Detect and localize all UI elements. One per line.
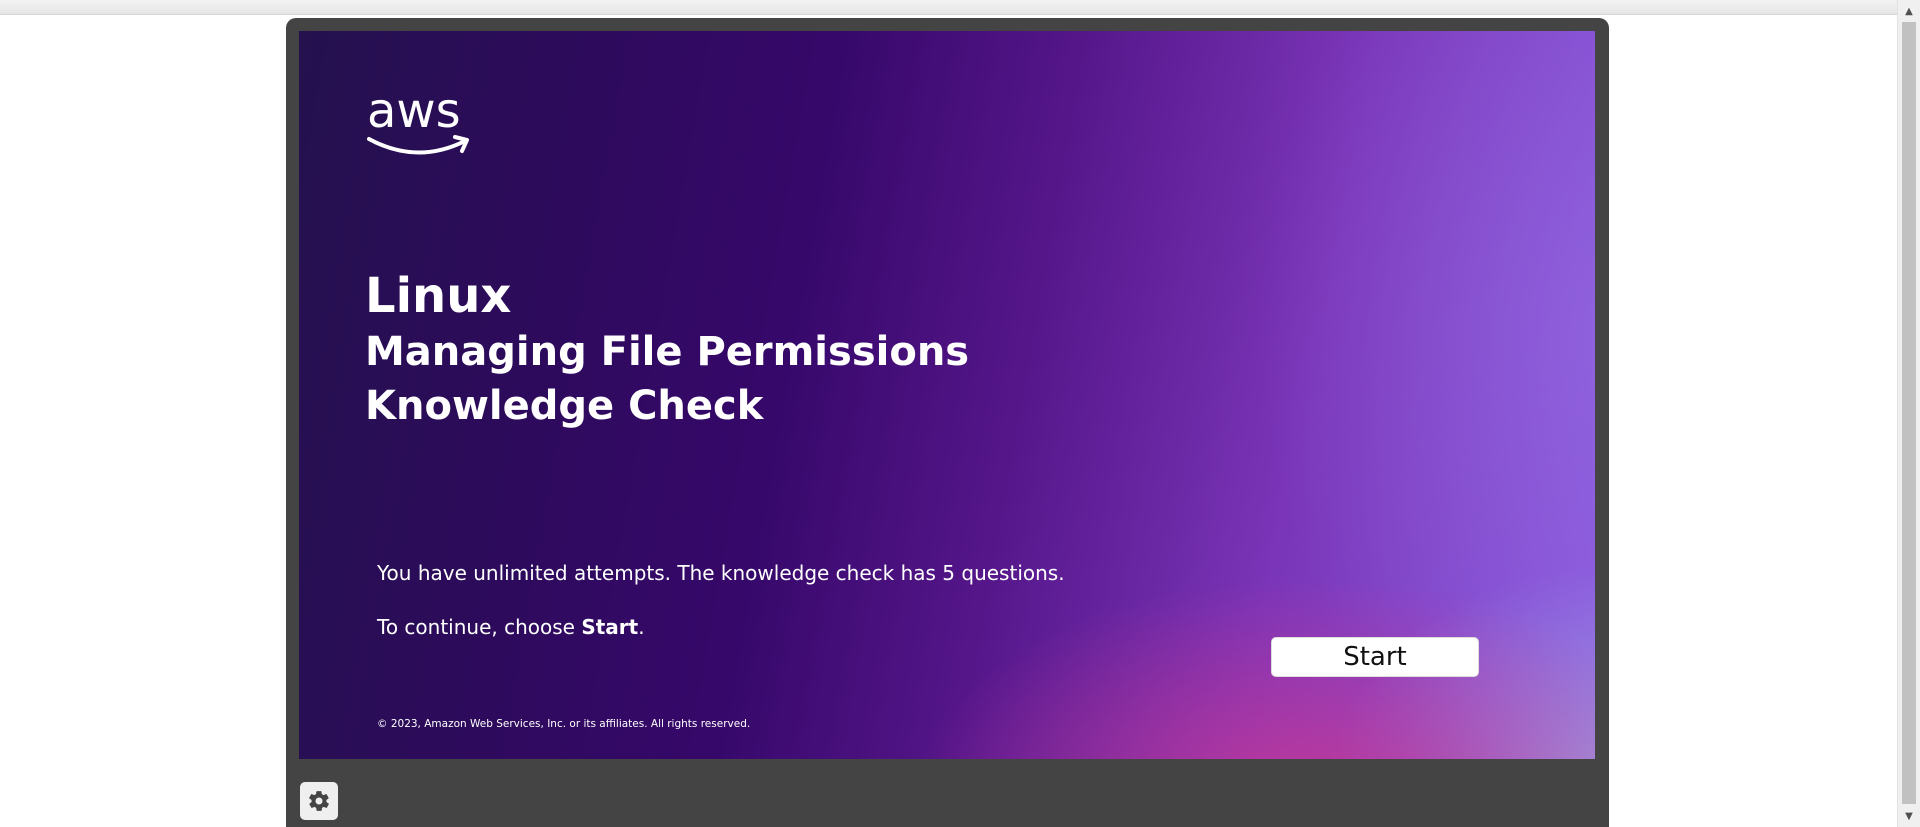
knowledge-check-slide: aws Linux Managing File Permissions Know…	[299, 31, 1595, 759]
course-title: Linux	[365, 268, 512, 324]
slide-title: Linux Managing File Permissions Knowledg…	[365, 267, 969, 433]
continue-instruction: To continue, choose Start.	[377, 615, 645, 639]
settings-button[interactable]	[300, 782, 338, 820]
aws-logo: aws	[365, 81, 475, 157]
scroll-up-arrow-icon[interactable]: ▲	[1898, 2, 1920, 20]
start-button[interactable]: Start	[1271, 637, 1479, 677]
scroll-down-arrow-icon[interactable]: ▼	[1898, 807, 1920, 825]
continue-suffix: .	[638, 615, 645, 639]
browser-top-edge	[0, 0, 1898, 15]
gear-icon	[309, 791, 329, 811]
svg-text:aws: aws	[367, 83, 461, 139]
copyright-notice: © 2023, Amazon Web Services, Inc. or its…	[377, 718, 751, 730]
scrollbar-thumb[interactable]	[1902, 22, 1916, 804]
continue-prefix: To continue, choose	[377, 615, 582, 639]
module-title: Managing File Permissions	[365, 329, 970, 375]
section-title: Knowledge Check	[365, 383, 764, 429]
page-scrollbar[interactable]: ▲ ▼	[1897, 0, 1920, 827]
attempts-info: You have unlimited attempts. The knowled…	[377, 561, 1065, 585]
course-player: aws Linux Managing File Permissions Know…	[286, 18, 1609, 827]
continue-start-word: Start	[581, 615, 639, 639]
